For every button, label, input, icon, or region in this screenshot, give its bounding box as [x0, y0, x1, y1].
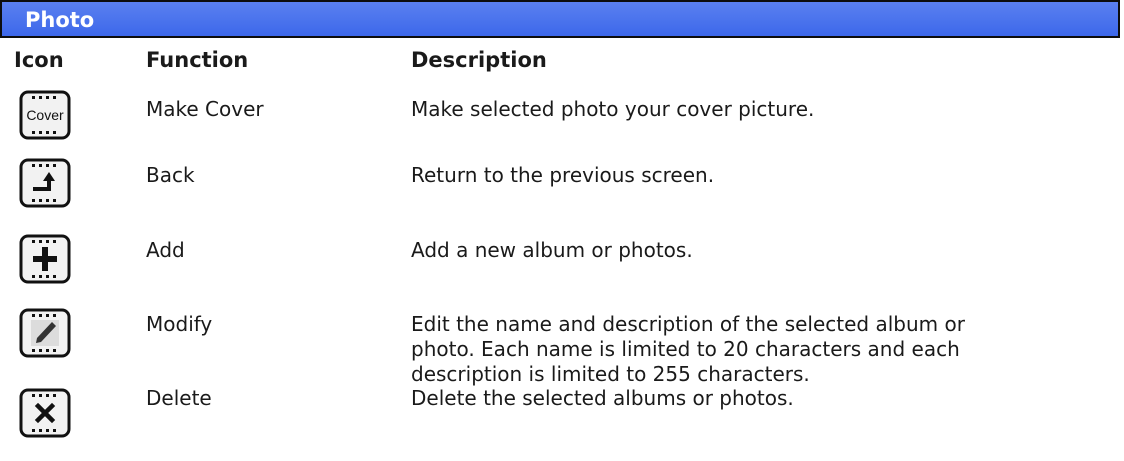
- column-header-description: Description: [411, 48, 547, 72]
- cover-icon[interactable]: Cover: [19, 90, 71, 140]
- delete-icon[interactable]: [19, 388, 71, 438]
- function-modify: Modify: [146, 312, 213, 336]
- section-header-bar: Photo: [0, 0, 1120, 38]
- description-modify-line-3: description is limited to 255 characters…: [411, 362, 810, 386]
- description-modify-line-1: Edit the name and description of the sel…: [411, 312, 965, 336]
- function-add: Add: [146, 238, 185, 262]
- function-delete: Delete: [146, 386, 212, 410]
- svg-text:Cover: Cover: [26, 107, 64, 123]
- description-back: Return to the previous screen.: [411, 163, 715, 187]
- back-icon[interactable]: [19, 158, 71, 208]
- function-back: Back: [146, 163, 195, 187]
- column-header-icon: Icon: [14, 48, 64, 72]
- section-title: Photo: [25, 8, 95, 32]
- description-make-cover: Make selected photo your cover picture.: [411, 97, 815, 121]
- modify-icon[interactable]: [19, 308, 71, 358]
- description-modify-line-2: photo. Each name is limited to 20 charac…: [411, 337, 960, 361]
- description-add: Add a new album or photos.: [411, 238, 693, 262]
- add-icon[interactable]: [19, 234, 71, 284]
- column-header-function: Function: [146, 48, 249, 72]
- function-make-cover: Make Cover: [146, 97, 264, 121]
- description-delete: Delete the selected albums or photos.: [411, 386, 794, 410]
